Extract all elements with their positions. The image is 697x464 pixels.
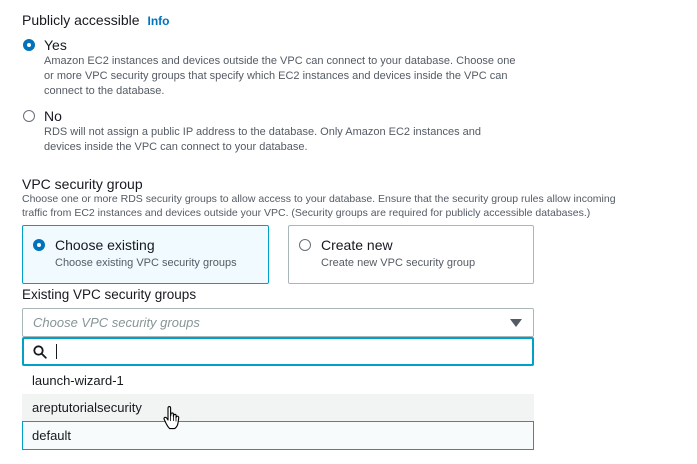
text-caret: [56, 344, 57, 359]
option-label: areptutorialsecurity: [32, 400, 142, 415]
select-placeholder: Choose VPC security groups: [33, 315, 200, 330]
choose-existing-sublabel: Choose existing VPC security groups: [55, 257, 237, 269]
info-link[interactable]: Info: [148, 14, 170, 28]
vpc-security-group-title: VPC security group: [22, 176, 143, 192]
choose-existing-tile[interactable]: Choose existing Choose existing VPC secu…: [22, 225, 269, 284]
security-group-option[interactable]: launch-wizard-1: [22, 367, 534, 394]
option-label: launch-wizard-1: [32, 373, 124, 388]
yes-desc-line: or more VPC security groups that specify…: [44, 70, 508, 82]
no-label[interactable]: No: [44, 108, 62, 124]
vpc-desc-line: Choose one or more RDS security groups t…: [22, 193, 616, 205]
yes-label[interactable]: Yes: [44, 37, 67, 53]
vpc-security-group-description: Choose one or more RDS security groups t…: [22, 192, 616, 220]
no-radio[interactable]: [23, 110, 35, 122]
caret-down-icon[interactable]: [510, 319, 522, 327]
public-access-title: Publicly accessible: [22, 12, 140, 28]
hand-pointer-icon: [163, 406, 180, 430]
existing-groups-label: Existing VPC security groups: [22, 287, 197, 302]
public-access-heading: Publicly accessible Info: [22, 12, 170, 28]
security-group-option[interactable]: default: [22, 421, 534, 450]
create-new-label: Create new: [321, 237, 393, 253]
option-label: default: [32, 428, 72, 443]
create-new-tile[interactable]: Create new Create new VPC security group: [288, 225, 534, 284]
search-icon: [33, 345, 47, 359]
yes-description: Amazon EC2 instances and devices outside…: [44, 54, 515, 99]
security-groups-select[interactable]: Choose VPC security groups: [22, 308, 534, 337]
no-desc-line: devices inside the VPC can connect to yo…: [44, 141, 308, 153]
yes-radio[interactable]: [23, 39, 35, 51]
no-desc-line: RDS will not assign a public IP address …: [44, 126, 481, 138]
create-new-sublabel: Create new VPC security group: [321, 257, 476, 269]
no-description: RDS will not assign a public IP address …: [44, 125, 481, 155]
yes-desc-line: Amazon EC2 instances and devices outside…: [44, 55, 516, 67]
security-groups-search-input[interactable]: [22, 337, 534, 366]
vpc-desc-line: traffic from EC2 instances and devices o…: [22, 207, 591, 219]
choose-existing-radio[interactable]: [33, 239, 45, 251]
security-group-option[interactable]: areptutorialsecurity: [22, 394, 534, 421]
yes-desc-line: connect to the database.: [44, 85, 165, 97]
choose-existing-label: Choose existing: [55, 237, 155, 253]
create-new-radio[interactable]: [299, 239, 311, 251]
